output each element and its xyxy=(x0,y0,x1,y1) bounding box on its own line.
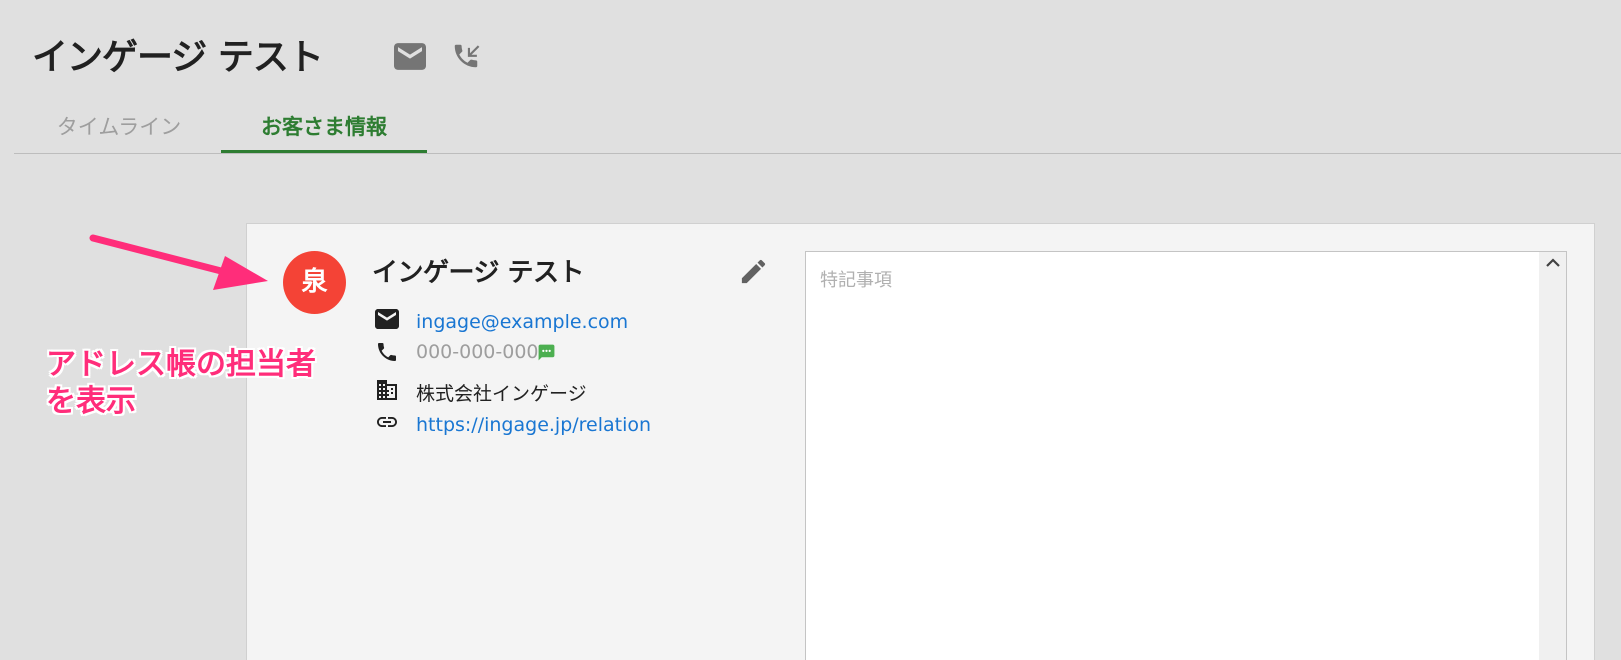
edit-icon[interactable] xyxy=(738,256,769,287)
annotation-line-2: を表示 xyxy=(46,384,136,419)
tabs-divider xyxy=(14,153,1621,154)
contact-name: インゲージ テスト xyxy=(372,258,585,288)
notes-textarea[interactable] xyxy=(806,252,1539,660)
company-building-icon xyxy=(375,379,399,401)
phone-number[interactable]: 000-000-000 xyxy=(416,341,539,363)
avatar: 泉 xyxy=(283,251,346,314)
link-icon xyxy=(375,415,399,429)
company-name: 株式会社インゲージ xyxy=(416,383,587,405)
tab-customer-info[interactable]: お客さま情報 xyxy=(221,110,427,154)
website-link[interactable]: https://ingage.jp/relation xyxy=(416,414,651,436)
email-icon[interactable] xyxy=(394,43,426,70)
notes-container xyxy=(805,251,1567,660)
annotation-line-1: アドレス帳の担当者 xyxy=(46,347,316,382)
scroll-up-icon[interactable] xyxy=(1544,256,1562,270)
email-icon xyxy=(375,309,399,329)
annotation-text: アドレス帳の担当者 を表示 xyxy=(46,346,316,420)
notes-scrollbar[interactable] xyxy=(1539,252,1566,660)
page-title: インゲージ テスト xyxy=(32,37,324,78)
tab-timeline[interactable]: タイムライン xyxy=(44,110,194,154)
email-link[interactable]: ingage@example.com xyxy=(416,311,628,333)
sms-icon[interactable] xyxy=(537,343,556,362)
phone-callback-icon[interactable] xyxy=(451,41,481,71)
phone-icon xyxy=(375,340,399,364)
